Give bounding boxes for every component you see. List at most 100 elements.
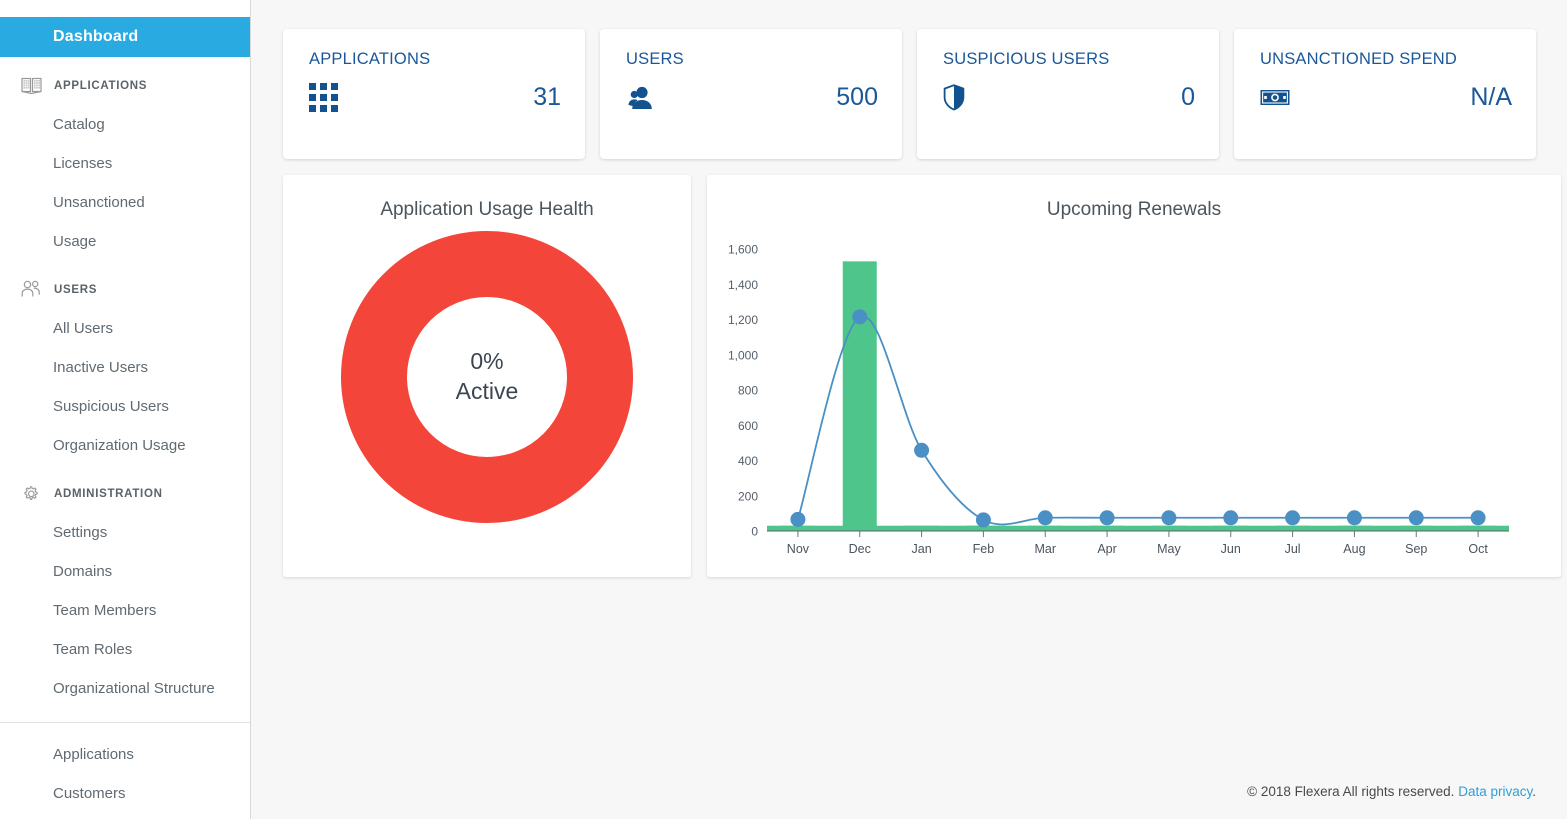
donut-center-value: 0% [470, 347, 503, 377]
charts-row: Application Usage Health 0% Active [283, 175, 1536, 577]
sidebar-item-organization-usage[interactable]: Organization Usage [0, 426, 250, 465]
sidebar-top-spacer [0, 0, 250, 17]
kpi-card-applications[interactable]: APPLICATIONS 31 [283, 29, 585, 159]
kpi-title: SUSPICIOUS USERS [943, 50, 1195, 69]
chart-title-usage-health: Application Usage Health [283, 175, 691, 221]
sidebar-item-label: Domains [53, 563, 112, 580]
svg-text:600: 600 [738, 419, 758, 433]
kpi-card-users[interactable]: USERS 500 [600, 29, 902, 159]
svg-text:Sep: Sep [1405, 542, 1427, 556]
main-content: APPLICATIONS 31 USERS [251, 0, 1567, 819]
svg-text:Jan: Jan [912, 542, 932, 556]
kpi-value: 500 [836, 83, 878, 112]
svg-text:Feb: Feb [973, 542, 995, 556]
footer-period: . [1532, 784, 1536, 799]
sidebar-item-label: Organization Usage [53, 437, 186, 454]
donut-chart[interactable]: 0% Active [283, 231, 691, 523]
banknote-icon [1260, 88, 1290, 108]
card-upcoming-renewals: Upcoming Renewals 0 200 400 600 800 1,000 1,20… [707, 175, 1561, 577]
sidebar-item-catalog[interactable]: Catalog [0, 105, 250, 144]
sidebar-item-label: Catalog [53, 116, 105, 133]
sidebar: Dashboard [0, 0, 251, 819]
kpi-body: 500 [626, 83, 878, 112]
kpi-card-row: APPLICATIONS 31 USERS [283, 29, 1536, 159]
footer-copyright: © 2018 Flexera All rights reserved. [1247, 784, 1454, 799]
sidebar-item-team-members[interactable]: Team Members [0, 591, 250, 630]
sidebar-item-organizational-structure[interactable]: Organizational Structure [0, 669, 250, 708]
sidebar-item-applications-bottom[interactable]: Applications [0, 735, 250, 774]
sidebar-item-usage[interactable]: Usage [0, 222, 250, 261]
svg-text:Dec: Dec [849, 542, 871, 556]
sidebar-item-label: Organizational Structure [53, 680, 215, 697]
sidebar-item-label: Licenses [53, 155, 112, 172]
svg-text:May: May [1157, 542, 1181, 556]
sidebar-item-unsanctioned[interactable]: Unsanctioned [0, 183, 250, 222]
sidebar-item-domains[interactable]: Domains [0, 552, 250, 591]
sidebar-item-label: Unsanctioned [53, 194, 145, 211]
sidebar-item-label: Suspicious Users [53, 398, 169, 415]
kpi-body: N/A [1260, 83, 1512, 112]
sidebar-item-label: Customers [53, 785, 126, 802]
sidebar-item-dashboard[interactable]: Dashboard [0, 17, 250, 57]
sidebar-section-label: ADMINISTRATION [54, 488, 163, 500]
sidebar-section-label: APPLICATIONS [54, 80, 147, 92]
users-group-icon [20, 279, 42, 301]
svg-text:Nov: Nov [787, 542, 810, 556]
kpi-title: USERS [626, 50, 878, 69]
sidebar-section-users: USERS [0, 271, 250, 309]
renewals-chart[interactable]: 0 200 400 600 800 1,000 1,200 1,400 1,600 Nov Dec J… [707, 221, 1561, 578]
sidebar-item-label: Settings [53, 524, 107, 541]
gear-icon [20, 483, 42, 505]
svg-text:Jul: Jul [1285, 542, 1301, 556]
kpi-title: UNSANCTIONED SPEND [1260, 50, 1512, 69]
sidebar-section-applications: APPLICATIONS [0, 67, 250, 105]
svg-text:Aug: Aug [1343, 542, 1365, 556]
sidebar-item-suspicious-users[interactable]: Suspicious Users [0, 387, 250, 426]
svg-text:Jun: Jun [1221, 542, 1241, 556]
renewals-chart-svg: 0 200 400 600 800 1,000 1,200 1,400 1,600 Nov Dec J… [719, 233, 1531, 573]
shield-icon [943, 84, 965, 111]
sidebar-item-label: Usage [53, 233, 96, 250]
sidebar-item-label: Team Roles [53, 641, 132, 658]
svg-text:1,000: 1,000 [728, 348, 758, 362]
sidebar-item-team-roles[interactable]: Team Roles [0, 630, 250, 669]
svg-text:800: 800 [738, 384, 758, 398]
kpi-value: N/A [1470, 83, 1512, 112]
svg-text:200: 200 [738, 489, 758, 503]
sidebar-section-label: USERS [54, 284, 97, 296]
svg-text:1,600: 1,600 [728, 243, 758, 257]
sidebar-item-label: Team Members [53, 602, 156, 619]
sidebar-item-all-users[interactable]: All Users [0, 309, 250, 348]
svg-text:Mar: Mar [1034, 542, 1056, 556]
grid-apps-icon [309, 83, 338, 112]
chart-title-upcoming-renewals: Upcoming Renewals [707, 175, 1561, 221]
applications-book-icon [20, 75, 42, 97]
sidebar-item-label: All Users [53, 320, 113, 337]
svg-text:1,200: 1,200 [728, 313, 758, 327]
sidebar-item-licenses[interactable]: Licenses [0, 144, 250, 183]
svg-text:0: 0 [751, 525, 758, 539]
data-privacy-link[interactable]: Data privacy [1458, 784, 1532, 799]
kpi-value: 31 [533, 83, 561, 112]
kpi-card-unsanctioned-spend[interactable]: UNSANCTIONED SPEND N/A [1234, 29, 1536, 159]
svg-text:400: 400 [738, 454, 758, 468]
card-application-usage-health: Application Usage Health 0% Active [283, 175, 691, 577]
dashboard-page: Dashboard [0, 0, 1567, 819]
kpi-card-suspicious-users[interactable]: SUSPICIOUS USERS 0 [917, 29, 1219, 159]
kpi-value: 0 [1181, 83, 1195, 112]
sidebar-item-inactive-users[interactable]: Inactive Users [0, 348, 250, 387]
footer: © 2018 Flexera All rights reserved. Data… [1247, 784, 1536, 799]
svg-text:Oct: Oct [1468, 542, 1488, 556]
kpi-body: 31 [309, 83, 561, 112]
sidebar-section-administration: ADMINISTRATION [0, 475, 250, 513]
donut-center-caption: Active [456, 377, 519, 407]
kpi-title: APPLICATIONS [309, 50, 561, 69]
sidebar-item-label: Dashboard [53, 28, 138, 46]
user-person-icon [626, 84, 656, 111]
donut-center-label: 0% Active [341, 231, 633, 523]
sidebar-item-customers[interactable]: Customers [0, 774, 250, 813]
sidebar-item-settings[interactable]: Settings [0, 513, 250, 552]
svg-text:1,400: 1,400 [728, 278, 758, 292]
svg-text:Apr: Apr [1097, 542, 1116, 556]
sidebar-item-label: Applications [53, 746, 134, 763]
